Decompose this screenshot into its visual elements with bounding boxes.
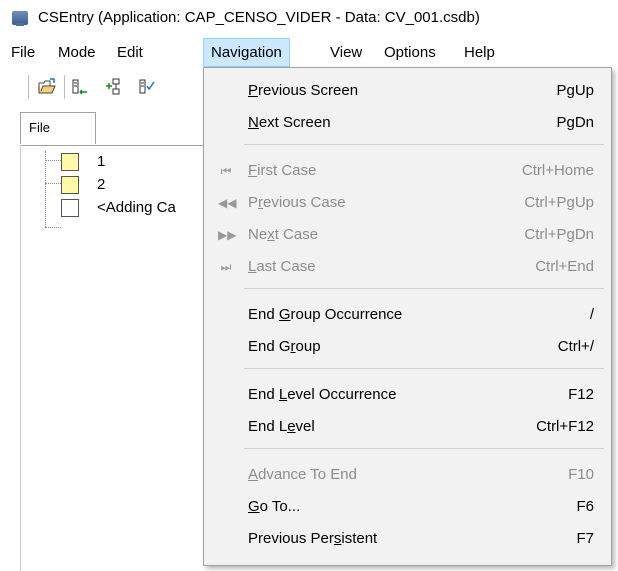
menu-item-label: End Group Occurrence bbox=[248, 306, 403, 323]
menu-bar: File Mode Edit Navigation View Options H… bbox=[0, 38, 618, 68]
menu-item-shortcut: PgUp bbox=[556, 82, 594, 99]
menu-item-label: Previous Persistent bbox=[248, 530, 378, 547]
menu-item-label: Next Case bbox=[248, 226, 319, 243]
menu-item-go-to[interactable]: Go To... F6 bbox=[204, 491, 611, 523]
menu-separator bbox=[244, 288, 604, 289]
app-icon bbox=[12, 11, 28, 26]
menu-item-label: End Level bbox=[248, 418, 315, 435]
next-case-icon: ▶▶ bbox=[218, 228, 237, 242]
tab-strip: File bbox=[20, 110, 204, 146]
menu-help[interactable]: Help bbox=[457, 38, 502, 67]
menu-item-shortcut: F7 bbox=[576, 530, 594, 547]
toolbar-separator bbox=[64, 75, 65, 99]
menu-item-shortcut: Ctrl+/ bbox=[557, 338, 594, 355]
menu-item-shortcut: / bbox=[589, 306, 594, 323]
menu-item-end-group[interactable]: End Group Ctrl+/ bbox=[204, 331, 611, 363]
toolbar bbox=[0, 69, 204, 105]
menu-item-previous-screen[interactable]: Previous Screen PgUp bbox=[204, 75, 611, 107]
tree-item-label: <Adding Ca bbox=[97, 199, 176, 216]
tab-file[interactable]: File bbox=[20, 112, 96, 144]
menu-item-shortcut: Ctrl+PgUp bbox=[524, 194, 594, 211]
menu-item-next-case[interactable]: ▶▶ Next Case Ctrl+PgDn bbox=[204, 219, 611, 251]
tree-item[interactable]: 2 bbox=[21, 174, 205, 196]
menu-item-label: Previous Case bbox=[248, 194, 346, 211]
tree-item-label: 2 bbox=[97, 176, 106, 193]
menu-edit[interactable]: Edit bbox=[110, 38, 150, 67]
menu-mode[interactable]: Mode bbox=[51, 38, 103, 67]
add-node-icon[interactable] bbox=[105, 78, 123, 96]
insert-node-icon[interactable] bbox=[71, 78, 89, 96]
menu-item-shortcut: F12 bbox=[568, 386, 594, 403]
case-box-icon bbox=[61, 176, 79, 194]
toolbar-separator bbox=[28, 75, 29, 99]
previous-case-icon: ◀◀ bbox=[218, 196, 237, 210]
case-tree: 1 2 <Adding Ca bbox=[20, 145, 205, 571]
menu-item-end-level-occurrence[interactable]: End Level Occurrence F12 bbox=[204, 379, 611, 411]
menu-item-advance-to-end[interactable]: Advance To End F10 bbox=[204, 459, 611, 491]
menu-item-shortcut: Ctrl+PgDn bbox=[524, 226, 594, 243]
menu-item-shortcut: PgDn bbox=[556, 114, 594, 131]
open-folder-icon[interactable] bbox=[38, 78, 56, 96]
menu-item-previous-case[interactable]: ◀◀ Previous Case Ctrl+PgUp bbox=[204, 187, 611, 219]
menu-separator bbox=[244, 368, 604, 369]
tree-item[interactable]: 1 bbox=[21, 151, 205, 173]
menu-item-label: First Case bbox=[248, 162, 317, 179]
menu-item-shortcut: Ctrl+Home bbox=[521, 162, 594, 179]
menu-file[interactable]: File bbox=[4, 38, 42, 67]
case-box-icon bbox=[61, 153, 79, 171]
last-case-icon: ⏭ bbox=[220, 260, 232, 274]
menu-item-label: End Group bbox=[248, 338, 321, 355]
menu-item-next-screen[interactable]: Next Screen PgDn bbox=[204, 107, 611, 139]
menu-view[interactable]: View bbox=[323, 38, 369, 67]
first-case-icon: ⏮ bbox=[220, 164, 232, 178]
tree-item-label: 1 bbox=[97, 153, 106, 170]
menu-item-label: Go To... bbox=[248, 498, 301, 515]
verify-icon[interactable] bbox=[138, 78, 156, 96]
menu-separator bbox=[244, 448, 604, 449]
menu-item-label: Previous Screen bbox=[248, 82, 359, 99]
navigation-menu: Previous Screen PgUp Next Screen PgDn ⏮ First… bbox=[203, 67, 612, 566]
menu-item-label: Last Case bbox=[248, 258, 316, 275]
menu-item-shortcut: F10 bbox=[568, 466, 594, 483]
menu-item-last-case[interactable]: ⏭ Last Case Ctrl+End bbox=[204, 251, 611, 283]
menu-item-label: End Level Occurrence bbox=[248, 386, 397, 403]
menu-item-label: Advance To End bbox=[248, 466, 357, 483]
menu-item-previous-persistent[interactable]: Previous Persistent F7 bbox=[204, 523, 611, 555]
title-bar: CSEntry (Application: CAP_CENSO_VIDER - … bbox=[0, 0, 618, 38]
window-title: CSEntry (Application: CAP_CENSO_VIDER - … bbox=[38, 9, 480, 26]
case-box-icon bbox=[61, 199, 79, 217]
menu-item-shortcut: Ctrl+F12 bbox=[536, 418, 594, 435]
tree-connector bbox=[45, 227, 61, 228]
menu-options[interactable]: Options bbox=[377, 38, 443, 67]
menu-item-end-level[interactable]: End Level Ctrl+F12 bbox=[204, 411, 611, 443]
menu-item-first-case[interactable]: ⏮ First Case Ctrl+Home bbox=[204, 155, 611, 187]
menu-navigation[interactable]: Navigation bbox=[203, 38, 290, 67]
menu-item-shortcut: Ctrl+End bbox=[535, 258, 594, 275]
menu-item-label: Next Screen bbox=[248, 114, 331, 131]
menu-separator bbox=[244, 144, 604, 145]
tree-item[interactable]: <Adding Ca bbox=[21, 197, 205, 219]
menu-item-shortcut: F6 bbox=[576, 498, 594, 515]
menu-item-end-group-occurrence[interactable]: End Group Occurrence / bbox=[204, 299, 611, 331]
